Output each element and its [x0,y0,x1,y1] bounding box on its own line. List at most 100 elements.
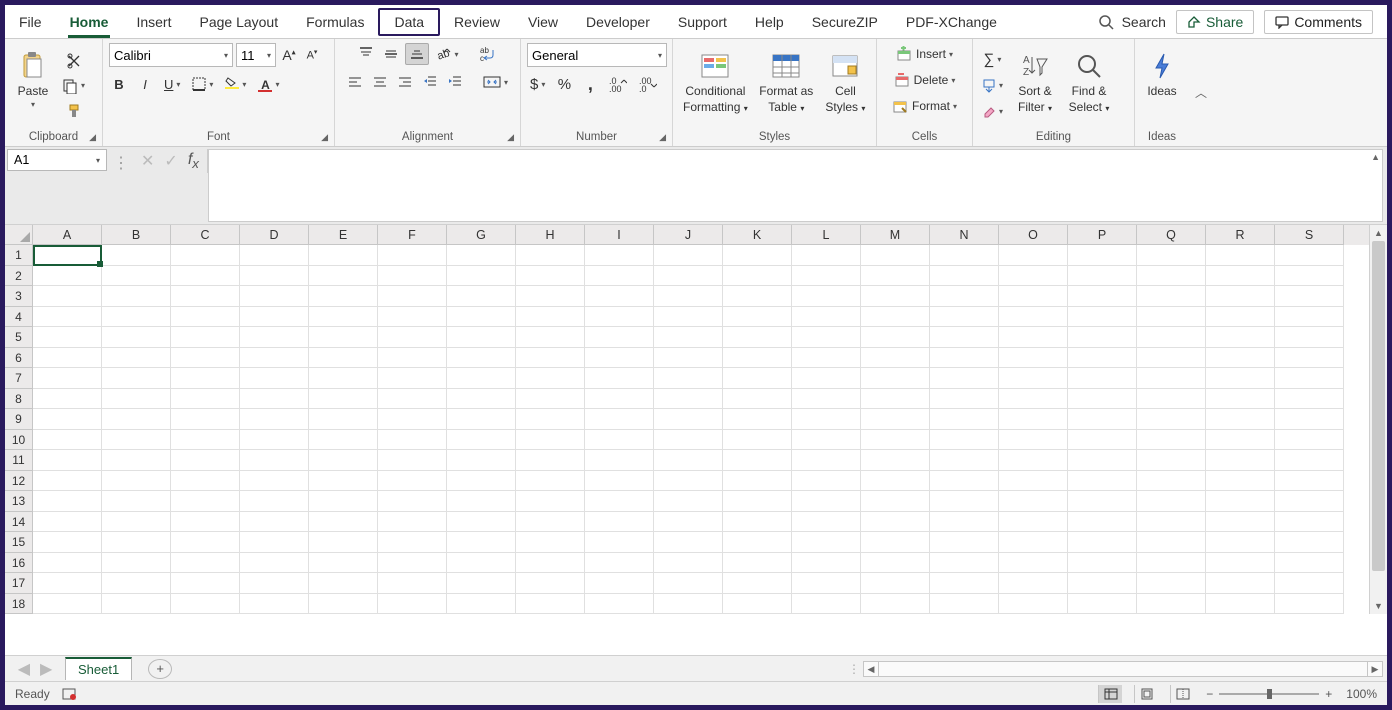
cell-I11[interactable] [585,450,654,471]
cell-F15[interactable] [378,532,447,553]
cell-Q4[interactable] [1137,307,1206,328]
cell-B15[interactable] [102,532,171,553]
conditional-formatting-button[interactable]: Conditional Formatting ▾ [679,48,752,124]
cell-C14[interactable] [171,512,240,533]
column-header-e[interactable]: E [309,225,378,245]
cell-M15[interactable] [861,532,930,553]
cell-N8[interactable] [930,389,999,410]
cell-I17[interactable] [585,573,654,594]
cell-B16[interactable] [102,553,171,574]
cell-D16[interactable] [240,553,309,574]
cell-B3[interactable] [102,286,171,307]
alignment-launcher-icon[interactable]: ◢ [507,132,514,143]
cell-J9[interactable] [654,409,723,430]
cell-F18[interactable] [378,594,447,615]
cell-G5[interactable] [447,327,516,348]
cell-F17[interactable] [378,573,447,594]
tab-file[interactable]: File [5,5,56,38]
tab-data[interactable]: Data [378,8,440,36]
cell-I14[interactable] [585,512,654,533]
cell-F2[interactable] [378,266,447,287]
cell-K7[interactable] [723,368,792,389]
tab-support[interactable]: Support [664,5,741,38]
select-all-button[interactable] [5,225,33,245]
row-header-3[interactable]: 3 [5,286,33,307]
font-name-select[interactable]: Calibri▾ [109,43,233,67]
comma-format-button[interactable]: , [580,73,600,95]
cell-J17[interactable] [654,573,723,594]
normal-view-button[interactable] [1098,685,1122,703]
cell-Q14[interactable] [1137,512,1206,533]
cell-B7[interactable] [102,368,171,389]
add-sheet-button[interactable]: + [148,659,172,679]
cell-H3[interactable] [516,286,585,307]
cell-A15[interactable] [33,532,102,553]
row-header-12[interactable]: 12 [5,471,33,492]
cell-C16[interactable] [171,553,240,574]
cell-E7[interactable] [309,368,378,389]
cell-I12[interactable] [585,471,654,492]
row-header-6[interactable]: 6 [5,348,33,369]
column-header-g[interactable]: G [447,225,516,245]
row-header-9[interactable]: 9 [5,409,33,430]
cell-L10[interactable] [792,430,861,451]
row-header-5[interactable]: 5 [5,327,33,348]
cell-P10[interactable] [1068,430,1137,451]
cell-R11[interactable] [1206,450,1275,471]
cell-J5[interactable] [654,327,723,348]
cell-J16[interactable] [654,553,723,574]
cell-A12[interactable] [33,471,102,492]
cell-K5[interactable] [723,327,792,348]
cell-A11[interactable] [33,450,102,471]
cell-O11[interactable] [999,450,1068,471]
cell-P18[interactable] [1068,594,1137,615]
bold-button[interactable]: B [109,73,129,95]
cell-A18[interactable] [33,594,102,615]
cell-K18[interactable] [723,594,792,615]
cell-E14[interactable] [309,512,378,533]
cell-E3[interactable] [309,286,378,307]
cell-G15[interactable] [447,532,516,553]
tab-home[interactable]: Home [56,5,123,38]
cell-J8[interactable] [654,389,723,410]
cell-O9[interactable] [999,409,1068,430]
cell-J6[interactable] [654,348,723,369]
percent-format-button[interactable]: % [554,73,574,95]
cell-L18[interactable] [792,594,861,615]
cell-S5[interactable] [1275,327,1344,348]
cell-K1[interactable] [723,245,792,266]
cell-Q18[interactable] [1137,594,1206,615]
cell-K9[interactable] [723,409,792,430]
cell-H8[interactable] [516,389,585,410]
column-header-j[interactable]: J [654,225,723,245]
cell-P14[interactable] [1068,512,1137,533]
cell-E10[interactable] [309,430,378,451]
cell-H7[interactable] [516,368,585,389]
row-header-18[interactable]: 18 [5,594,33,615]
row-header-14[interactable]: 14 [5,512,33,533]
cell-B2[interactable] [102,266,171,287]
merge-center-button[interactable] [480,71,511,93]
cell-F3[interactable] [378,286,447,307]
cell-A2[interactable] [33,266,102,287]
column-header-k[interactable]: K [723,225,792,245]
cell-B6[interactable] [102,348,171,369]
share-button[interactable]: Share [1176,10,1254,34]
column-header-r[interactable]: R [1206,225,1275,245]
font-color-button[interactable]: A [255,73,282,95]
cell-Q11[interactable] [1137,450,1206,471]
cell-S2[interactable] [1275,266,1344,287]
cell-Q12[interactable] [1137,471,1206,492]
cell-Q7[interactable] [1137,368,1206,389]
cell-N15[interactable] [930,532,999,553]
cell-M7[interactable] [861,368,930,389]
cell-G7[interactable] [447,368,516,389]
align-center-button[interactable] [369,71,391,93]
cell-B11[interactable] [102,450,171,471]
tab-page-layout[interactable]: Page Layout [185,5,292,38]
cell-S18[interactable] [1275,594,1344,615]
cell-N3[interactable] [930,286,999,307]
macro-record-icon[interactable] [62,687,78,701]
cell-P2[interactable] [1068,266,1137,287]
cell-I8[interactable] [585,389,654,410]
